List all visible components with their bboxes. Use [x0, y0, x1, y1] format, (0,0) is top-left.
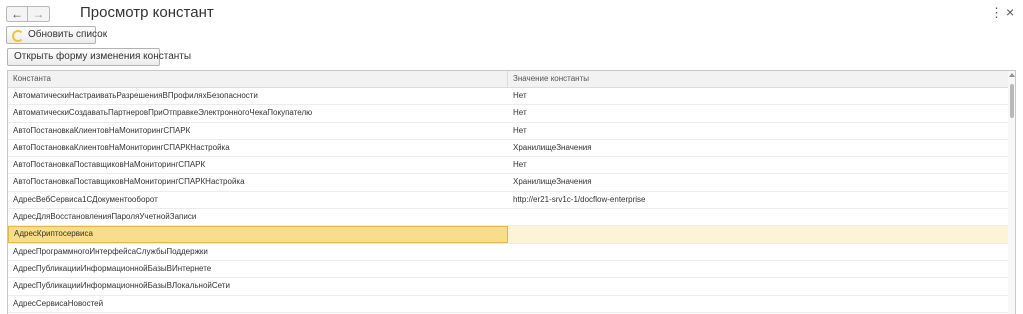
- forward-arrow-icon[interactable]: →: [28, 6, 50, 22]
- constant-value-cell[interactable]: Нет: [508, 123, 1008, 139]
- constant-value-cell[interactable]: [508, 261, 1008, 277]
- constant-name-cell[interactable]: АвтоматическиСоздаватьПартнеровПриОтправ…: [8, 105, 508, 121]
- constant-name-cell[interactable]: АдресПубликацииИнформационнойБазыВЛокаль…: [8, 278, 508, 294]
- constant-value-cell[interactable]: [508, 226, 1008, 243]
- constant-value-cell[interactable]: [508, 209, 1008, 225]
- constant-value-cell[interactable]: http://er21-srv1c-1/docflow-enterprise: [508, 192, 1008, 208]
- constant-value-cell[interactable]: [508, 296, 1008, 312]
- constant-name-cell[interactable]: АвтоПостановкаКлиентовНаМониторингСПАРК: [8, 123, 508, 139]
- refresh-list-button[interactable]: Обновить список: [6, 26, 107, 44]
- constant-value-cell[interactable]: Нет: [508, 105, 1008, 121]
- constant-name-cell[interactable]: АдресДляВосстановленияПароляУчетнойЗапис…: [8, 209, 508, 225]
- table-row[interactable]: АдресПубликацииИнформационнойБазыВИнтерн…: [8, 261, 1008, 279]
- constant-value-cell[interactable]: ХранилищеЗначения: [508, 140, 1008, 156]
- table-row[interactable]: АвтоматическиНастраиватьРазрешенияВПрофи…: [8, 88, 1008, 106]
- constant-name-cell[interactable]: АдресПрограммногоИнтерфейсаСлужбыПоддерж…: [8, 244, 508, 260]
- constant-name-cell[interactable]: АдресПубликацииИнформационнойБазыВИнтерн…: [8, 261, 508, 277]
- title-bar: ← → Просмотр констант ⋮ ×: [0, 0, 1023, 28]
- constant-value-cell[interactable]: Нет: [508, 88, 1008, 104]
- constant-name-cell[interactable]: АвтоПостановкаПоставщиковНаМониторингСПА…: [8, 174, 508, 190]
- table-row[interactable]: АдресВебСервиса1СДокументооборот http://…: [8, 192, 1008, 210]
- constant-name-cell[interactable]: АдресВебСервиса1СДокументооборот: [8, 192, 508, 208]
- constant-name-cell[interactable]: АвтоПостановкаПоставщиковНаМониторингСПА…: [8, 157, 508, 173]
- page-title: Просмотр констант: [80, 4, 214, 21]
- constant-value-cell[interactable]: Нет: [508, 157, 1008, 173]
- constants-table: Константа Значение константы Автоматичес…: [7, 70, 1016, 314]
- table-row[interactable]: АвтоПостановкаКлиентовНаМониторингСПАРКН…: [8, 140, 1008, 158]
- back-arrow-icon[interactable]: ←: [6, 6, 28, 22]
- constant-value-cell[interactable]: [508, 278, 1008, 294]
- table-row[interactable]: АвтоматическиСоздаватьПартнеровПриОтправ…: [8, 105, 1008, 123]
- table-header: Константа Значение константы: [8, 71, 1008, 88]
- table-row[interactable]: АвтоПостановкаПоставщиковНаМониторингСПА…: [8, 174, 1008, 192]
- constant-value-cell[interactable]: ХранилищеЗначения: [508, 174, 1008, 190]
- scroll-thumb[interactable]: [1010, 84, 1014, 118]
- constant-name-cell[interactable]: АвтоПостановкаКлиентовНаМониторингСПАРКН…: [8, 140, 508, 156]
- column-header-constant[interactable]: Константа: [8, 71, 508, 87]
- constant-name-cell[interactable]: АдресКриптосервиса: [8, 226, 508, 243]
- table-row-selected[interactable]: АдресКриптосервиса: [8, 226, 1008, 244]
- table-row[interactable]: АдресДляВосстановленияПароляУчетнойЗапис…: [8, 209, 1008, 227]
- table-row[interactable]: АвтоПостановкаКлиентовНаМониторингСПАРК …: [8, 123, 1008, 140]
- table-body: АвтоматическиНастраиватьРазрешенияВПрофи…: [8, 88, 1008, 313]
- vertical-scrollbar[interactable]: [1008, 71, 1015, 314]
- table-row[interactable]: АдресПрограммногоИнтерфейсаСлужбыПоддерж…: [8, 244, 1008, 261]
- table-row[interactable]: АдресСервисаНовостей: [8, 296, 1008, 313]
- refresh-list-label: Обновить список: [28, 29, 108, 40]
- constant-value-cell[interactable]: [508, 244, 1008, 260]
- more-options-icon[interactable]: ⋮: [990, 6, 1003, 20]
- constants-viewer-window: ← → Просмотр констант ⋮ × Обновить списо…: [0, 0, 1023, 314]
- scroll-up-arrow-icon[interactable]: [1009, 73, 1015, 77]
- close-icon[interactable]: ×: [1006, 5, 1014, 19]
- constant-name-cell[interactable]: АвтоматическиНастраиватьРазрешенияВПрофи…: [8, 88, 508, 104]
- column-header-value[interactable]: Значение константы: [508, 71, 1008, 87]
- constant-name-cell[interactable]: АдресСервисаНовостей: [8, 296, 508, 312]
- table-row[interactable]: АдресПубликацииИнформационнойБазыВЛокаль…: [8, 278, 1008, 296]
- table-row[interactable]: АвтоПостановкаПоставщиковНаМониторингСПА…: [8, 157, 1008, 175]
- refresh-icon: [12, 30, 24, 42]
- open-change-form-button[interactable]: Открыть форму изменения константы: [7, 48, 191, 66]
